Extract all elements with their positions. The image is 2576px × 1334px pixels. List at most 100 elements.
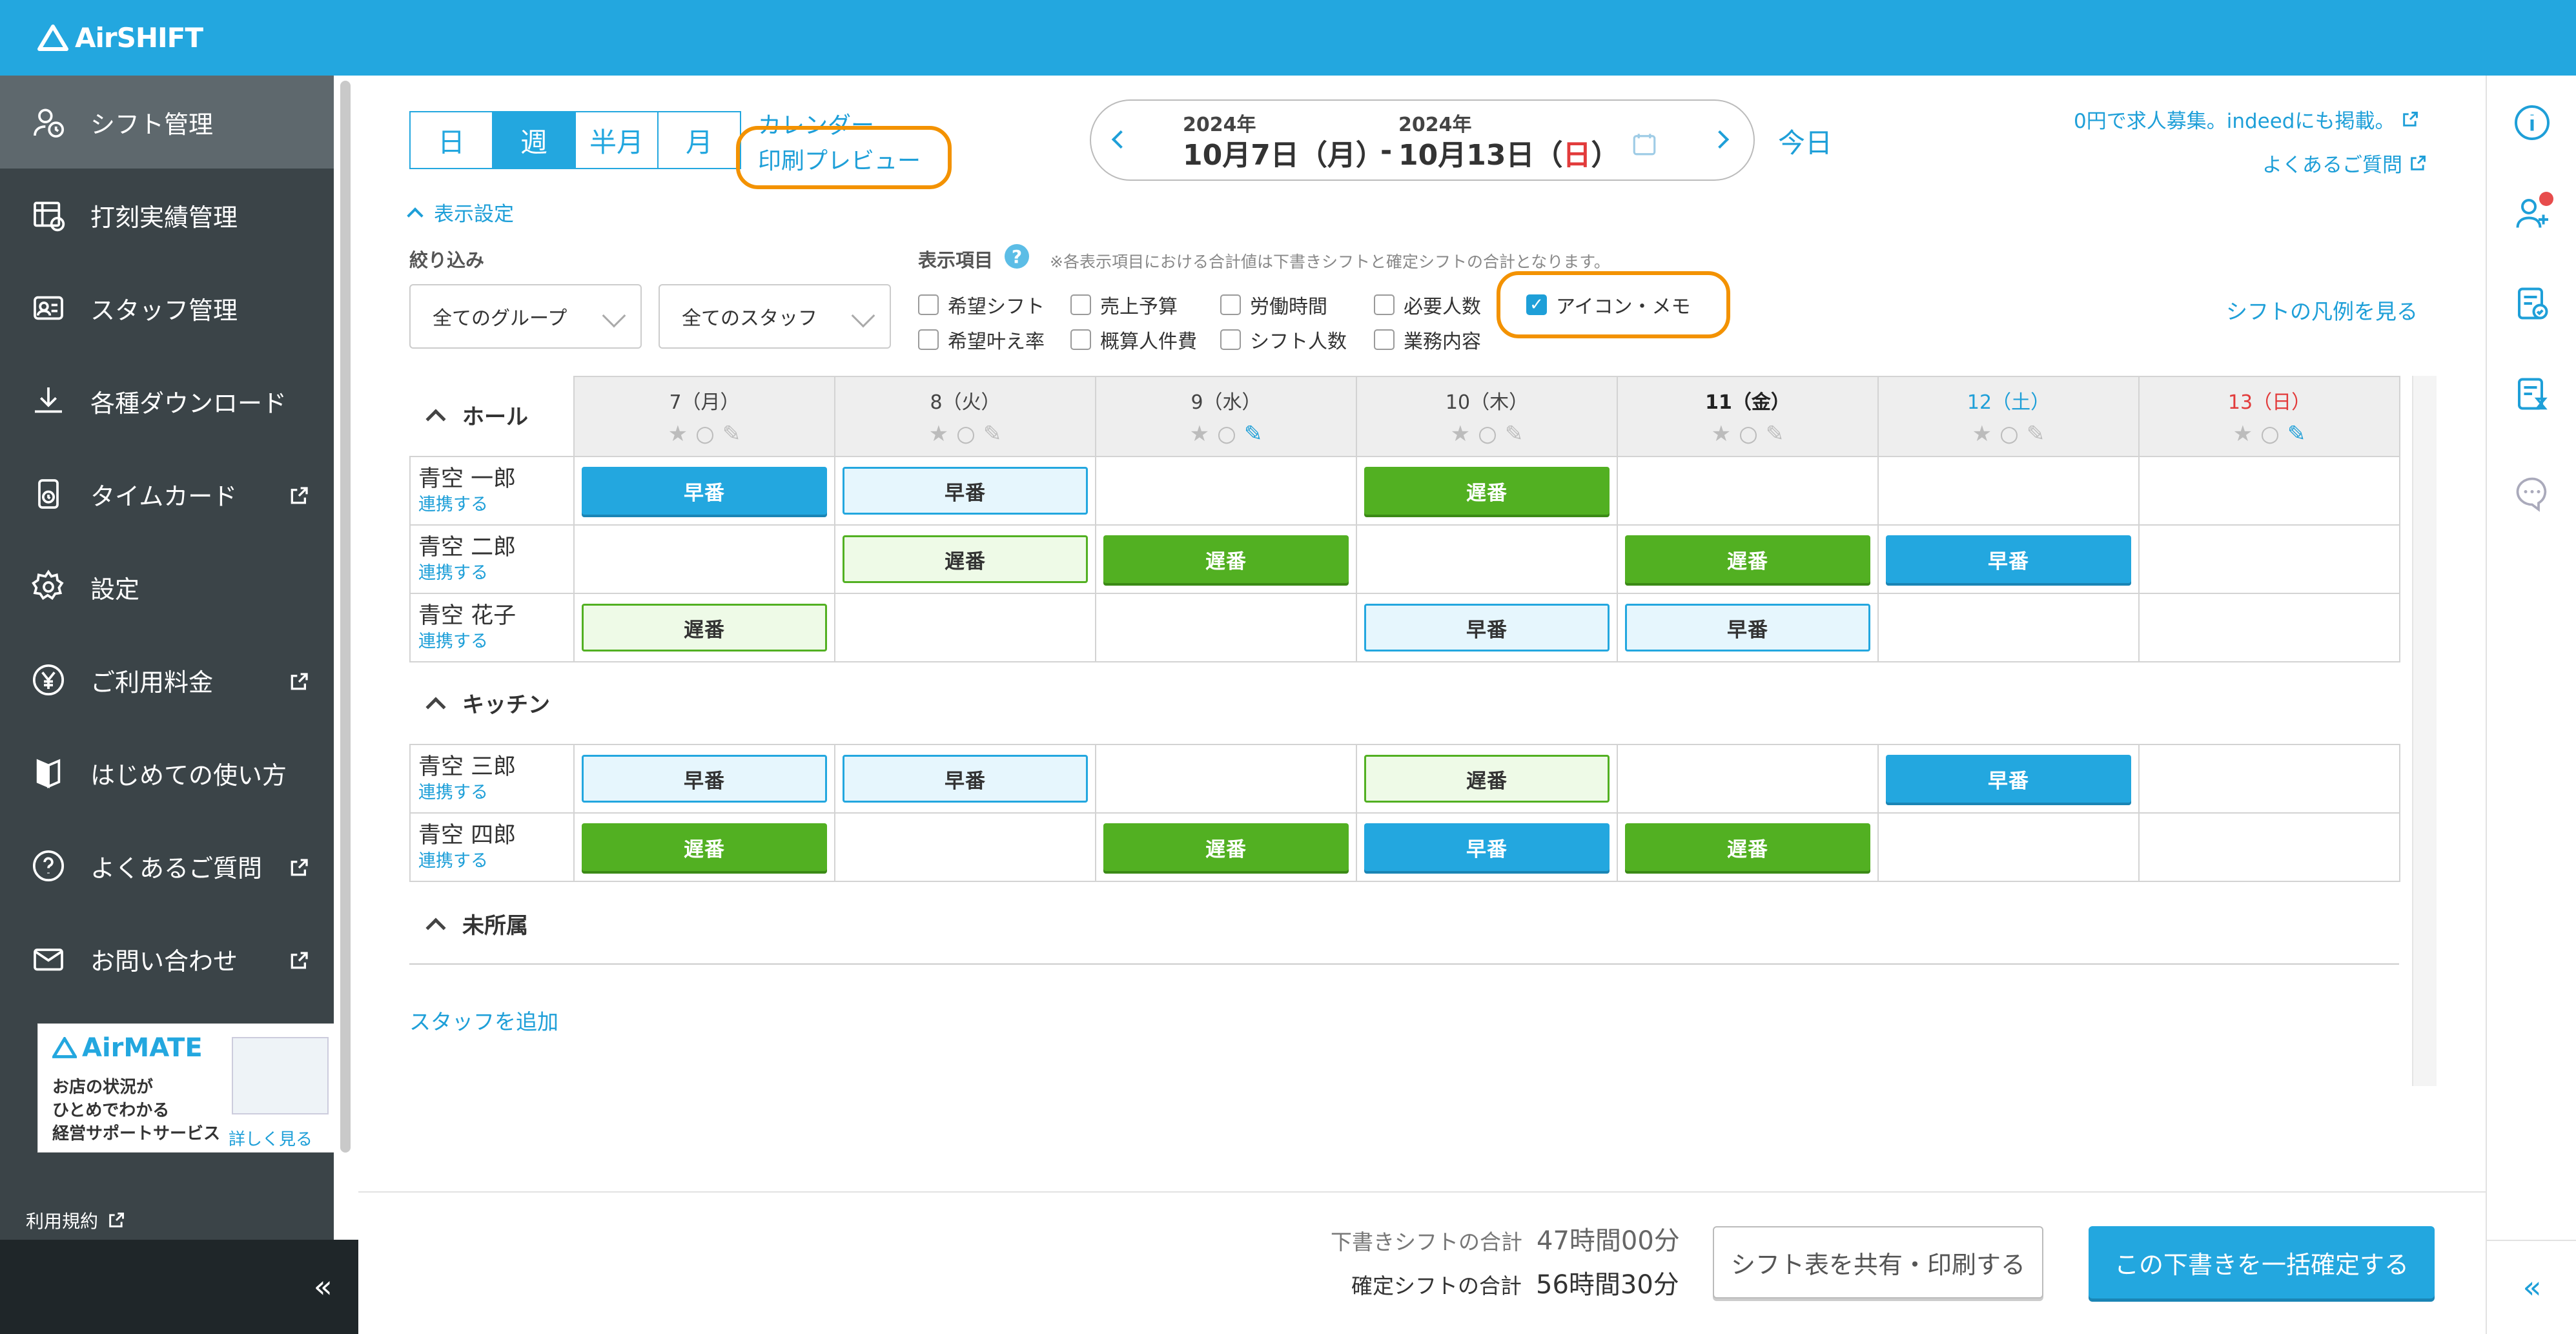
prev-week-button[interactable] (1108, 127, 1134, 152)
view-button-2[interactable]: 半月 (575, 111, 659, 169)
shift-cell[interactable]: 遅番 (1617, 812, 1879, 882)
shift-legend-link[interactable]: シフトの凡例を見る (2226, 294, 2418, 325)
checkbox[interactable] (918, 294, 939, 315)
airmate-more-link[interactable]: 詳しく見る (229, 1126, 312, 1150)
checkbox-item[interactable]: 概算人件費 (1070, 325, 1197, 354)
airmate-banner[interactable]: AirMATE お店の状況が ひとめでわかる 経営サポートサービス 詳しく見る (37, 1023, 334, 1153)
group-select[interactable]: 全てのグループ (409, 284, 642, 349)
shift-cell[interactable] (1095, 744, 1357, 814)
shift-cell[interactable] (2138, 456, 2400, 526)
star-icon[interactable]: ★ (1712, 421, 1731, 447)
shift-block[interactable]: 遅番 (1364, 755, 1610, 803)
sidebar-item-yen[interactable]: ご利用料金 (0, 633, 334, 726)
circle-icon[interactable]: ○ (1739, 421, 1758, 447)
collapse-right-button[interactable]: « (2487, 1240, 2576, 1334)
shift-cell[interactable] (1877, 812, 2140, 882)
shift-cell[interactable] (1877, 456, 2140, 526)
checkbox-item[interactable]: 希望叶え率 (918, 325, 1045, 354)
shift-cell[interactable] (1095, 456, 1357, 526)
shift-block[interactable]: 早番 (1886, 755, 2131, 803)
checkbox[interactable] (1374, 294, 1395, 315)
shift-cell[interactable] (2138, 524, 2400, 594)
chat-button[interactable] (2510, 471, 2555, 516)
checkbox[interactable] (1070, 329, 1091, 350)
circle-icon[interactable]: ○ (2260, 421, 2280, 447)
shift-cell[interactable]: 遅番 (573, 812, 835, 882)
view-button-0[interactable]: 日 (409, 111, 493, 169)
staff-name[interactable]: 青空 二郎 (418, 535, 516, 560)
day-header[interactable]: 12（土） ★ ○ ✎ (1877, 376, 2140, 457)
circle-icon[interactable]: ○ (956, 421, 976, 447)
checkbox[interactable] (1220, 294, 1241, 315)
shift-cell[interactable]: 遅番 (1617, 524, 1879, 594)
day-header[interactable]: 11（金） ★ ○ ✎ (1617, 376, 1879, 457)
day-header[interactable]: 9（水） ★ ○ ✎ (1095, 376, 1357, 457)
shift-cell[interactable] (2138, 593, 2400, 662)
info-button[interactable] (2510, 100, 2555, 145)
shift-block[interactable]: 早番 (1364, 823, 1610, 871)
shift-cell[interactable]: 早番 (1877, 524, 2140, 594)
shift-block[interactable]: 遅番 (1625, 823, 1870, 871)
shift-block[interactable]: 遅番 (843, 535, 1088, 583)
sidebar-item-staff-id[interactable]: スタッフ管理 (0, 262, 334, 354)
shift-cell[interactable]: 早番 (834, 744, 1096, 814)
today-button[interactable]: 今日 (1778, 121, 1832, 161)
shift-cell[interactable] (1356, 524, 1618, 594)
shift-block[interactable]: 早番 (1886, 535, 2131, 583)
confirm-all-button[interactable]: この下書きを一括確定する (2089, 1226, 2435, 1298)
next-week-button[interactable] (1710, 127, 1737, 152)
sidebar-item-mail[interactable]: お問い合わせ (0, 912, 334, 1005)
shift-cell[interactable]: 遅番 (1356, 744, 1618, 814)
checkbox[interactable] (1220, 329, 1241, 350)
share-print-button[interactable]: シフト表を共有・印刷する (1713, 1226, 2043, 1298)
add-user-button[interactable] (2510, 190, 2555, 236)
shift-block[interactable]: 早番 (843, 755, 1088, 803)
view-button-1[interactable]: 週 (492, 111, 576, 169)
star-icon[interactable]: ★ (1451, 421, 1470, 447)
shift-block[interactable]: 早番 (1364, 604, 1610, 652)
display-settings-toggle[interactable]: 表示設定 (407, 198, 514, 227)
circle-icon[interactable]: ○ (1217, 421, 1236, 447)
link-staff-link[interactable]: 連携する (418, 564, 573, 583)
shift-cell[interactable]: 遅番 (1095, 524, 1357, 594)
shift-cell[interactable]: 早番 (1356, 593, 1618, 662)
shift-block[interactable]: 遅番 (1364, 467, 1610, 515)
shift-request-button[interactable] (2510, 371, 2555, 416)
shift-cell[interactable]: 早番 (834, 456, 1096, 526)
shift-block[interactable]: 早番 (582, 467, 827, 515)
shift-cell[interactable] (1617, 456, 1879, 526)
collapse-sidebar-button[interactable]: « (0, 1240, 358, 1334)
shift-block[interactable]: 遅番 (582, 604, 827, 652)
sidebar-item-timecard[interactable]: タイムカード (0, 447, 334, 540)
staff-name[interactable]: 青空 一郎 (418, 466, 516, 492)
shift-check-button[interactable] (2510, 281, 2555, 326)
shift-cell[interactable]: 早番 (573, 456, 835, 526)
sidebar-item-question[interactable]: よくあるご質問 (0, 819, 334, 912)
shift-cell[interactable] (1095, 593, 1357, 662)
checkbox-item[interactable]: 売上予算 (1070, 291, 1178, 319)
day-header[interactable]: 10（木） ★ ○ ✎ (1356, 376, 1618, 457)
shift-cell[interactable] (2138, 812, 2400, 882)
shift-cell[interactable] (1617, 744, 1879, 814)
checkbox-item[interactable]: 希望シフト (918, 291, 1045, 319)
staff-name[interactable]: 青空 花子 (418, 603, 516, 629)
sidebar-scroll-thumb[interactable] (340, 81, 351, 1153)
pencil-icon[interactable]: ✎ (1244, 421, 1263, 447)
shift-block[interactable]: 早番 (843, 467, 1088, 515)
checkbox-item[interactable]: 必要人数 (1374, 291, 1481, 319)
pencil-icon[interactable]: ✎ (983, 421, 1002, 447)
shift-cell[interactable]: 遅番 (1095, 812, 1357, 882)
shift-cell[interactable] (573, 524, 835, 594)
pencil-icon[interactable]: ✎ (2287, 421, 2306, 447)
checkbox-item[interactable]: 業務内容 (1374, 325, 1481, 354)
day-header[interactable]: 8（火） ★ ○ ✎ (834, 376, 1096, 457)
group-toggle[interactable]: キッチン (425, 687, 550, 719)
circle-icon[interactable]: ○ (1478, 421, 1497, 447)
link-staff-link[interactable]: 連携する (418, 783, 573, 803)
link-staff-link[interactable]: 連携する (418, 852, 573, 871)
app-logo[interactable]: AirSHIFT (37, 22, 203, 54)
shift-cell[interactable] (1877, 593, 2140, 662)
shift-block[interactable]: 早番 (1625, 604, 1870, 652)
group-toggle[interactable]: ホール (425, 399, 528, 431)
link-staff-link[interactable]: 連携する (418, 632, 573, 652)
